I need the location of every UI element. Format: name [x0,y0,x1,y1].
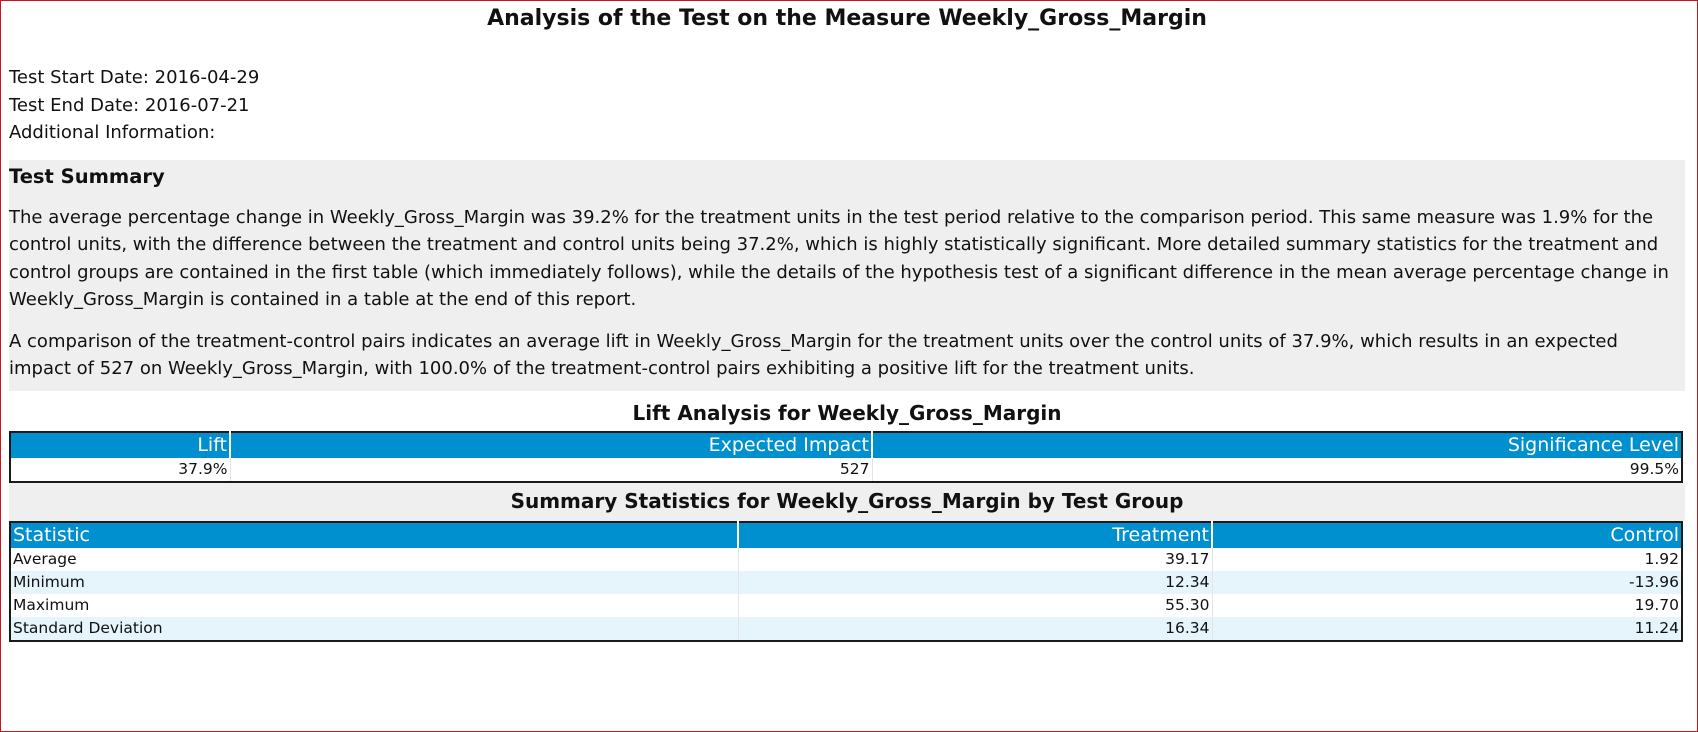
column-header-treatment: Treatment [738,521,1213,548]
test-metadata: Test Start Date: 2016-04-29 Test End Dat… [9,64,1685,147]
summary-statistics-section: Summary Statistics for Weekly_Gross_Marg… [9,482,1685,521]
lift-analysis-title: Lift Analysis for Weekly_Gross_Margin [632,400,1062,425]
table-row: Minimum 12.34 -13.96 [10,570,1682,594]
column-header-lift: Lift [10,431,231,458]
summary-statistics-title: Summary Statistics for Weekly_Gross_Marg… [510,488,1184,513]
test-start-date: Test Start Date: 2016-04-29 [9,67,260,88]
statistic-name: Minimum [10,570,739,594]
control-value: 1.92 [1212,547,1682,571]
summary-statistics-table: Statistic Treatment Control Average 39.1… [9,520,1683,642]
lift-table-row: 37.9% 527 99.5% [10,457,1682,482]
report-page: Analysis of the Test on the Measure Week… [9,0,1685,642]
expected-impact-value: 527 [230,457,873,482]
column-header-control: Control [1212,521,1682,548]
treatment-value: 39.17 [738,547,1213,571]
statistic-name: Average [10,547,739,571]
column-header-significance-level: Significance Level [872,431,1682,458]
additional-information: Additional Information: [9,122,216,143]
statistic-name: Maximum [10,593,739,617]
control-value: -13.96 [1212,570,1682,594]
report-title: Analysis of the Test on the Measure Week… [487,6,1207,31]
summary-paragraph-1: The average percentage change in Weekly_… [9,206,1669,311]
treatment-value: 12.34 [738,570,1213,594]
summary-paragraph-2: A comparison of the treatment-control pa… [9,330,1618,380]
stats-table-header-row: Statistic Treatment Control [10,521,1682,548]
column-header-expected-impact: Expected Impact [230,431,873,458]
test-summary-heading: Test Summary [9,164,165,188]
test-end-date: Test End Date: 2016-07-21 [9,94,250,116]
treatment-value: 55.30 [738,593,1213,617]
significance-level-value: 99.5% [1629,460,1679,478]
control-value: 19.70 [1212,593,1682,617]
lift-value: 37.9% [10,457,231,482]
statistic-name: Standard Deviation [10,616,739,641]
test-summary-section: Test Summary The average percentage chan… [9,159,1685,391]
table-row: Standard Deviation 16.34 11.24 [10,616,1682,641]
lift-table-header-row: Lift Expected Impact Significance Level [10,431,1682,458]
column-header-statistic: Statistic [10,521,739,548]
lift-analysis-table: Lift Expected Impact Significance Level … [9,430,1683,483]
table-row: Maximum 55.30 19.70 [10,593,1682,617]
table-row: Average 39.17 1.92 [10,547,1682,571]
treatment-value: 16.34 [738,616,1213,641]
control-value: 11.24 [1212,616,1682,641]
